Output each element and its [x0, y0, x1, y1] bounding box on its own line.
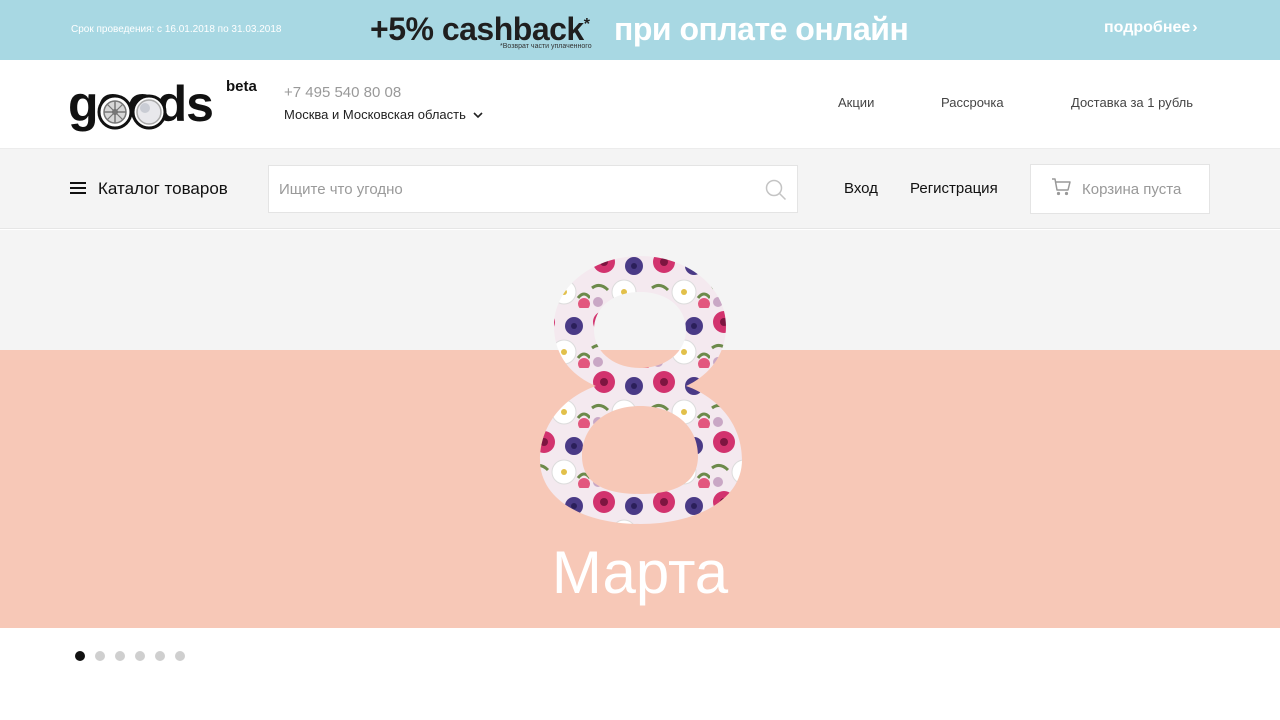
promo-more-link[interactable]: подробнее ›	[1104, 19, 1198, 37]
hero-title: Марта	[551, 539, 729, 606]
catalog-menu-button[interactable]: Каталог товаров	[70, 179, 228, 199]
slider-dot[interactable]	[95, 651, 105, 661]
floral-eight-illustration	[540, 256, 742, 524]
nav-link-installments[interactable]: Рассрочка	[941, 95, 1004, 110]
phone-number: +7 495 540 80 08	[284, 84, 402, 101]
slider-pagination	[75, 648, 195, 661]
promo-cashback-text: +5% cashback	[370, 11, 584, 47]
login-link[interactable]: Вход	[844, 180, 878, 197]
promo-footnote: *Возврат части уплаченного	[500, 43, 592, 50]
chevron-right-icon: ›	[1192, 19, 1198, 36]
hero-slider[interactable]: Марта	[0, 230, 1280, 628]
slider-dot[interactable]	[175, 651, 185, 661]
hamburger-icon	[70, 181, 86, 194]
site-header: goods beta +7 495 540 80 08 Москва и Мос…	[0, 60, 1280, 149]
logo-beta-badge: beta	[226, 78, 257, 95]
slider-dot[interactable]	[75, 651, 85, 661]
catalog-label: Каталог товаров	[98, 179, 228, 198]
promo-period: Срок проведения: с 16.01.2018 по 31.03.2…	[71, 24, 282, 35]
search-icon[interactable]	[765, 179, 787, 201]
search-input[interactable]	[269, 166, 759, 212]
slider-dot[interactable]	[135, 651, 145, 661]
cart-icon	[1052, 178, 1071, 196]
cart-button[interactable]: Корзина пуста	[1030, 164, 1210, 214]
promo-asterisk: *	[583, 16, 590, 33]
logo-wheels-icon	[97, 94, 167, 130]
region-selector[interactable]: Москва и Московская область	[284, 107, 483, 122]
search-toolbar: Каталог товаров Вход Регистрация Корзина…	[0, 149, 1280, 229]
promo-more-label: подробнее	[1104, 19, 1191, 36]
site-logo[interactable]: goods beta	[68, 74, 268, 134]
slider-dot[interactable]	[155, 651, 165, 661]
slider-dot[interactable]	[115, 651, 125, 661]
nav-link-promotions[interactable]: Акции	[838, 95, 874, 110]
cart-status-label: Корзина пуста	[1082, 181, 1182, 198]
chevron-down-icon	[472, 112, 483, 119]
promo-online-text: при оплате онлайн	[614, 11, 909, 47]
register-link[interactable]: Регистрация	[910, 180, 998, 197]
nav-link-delivery[interactable]: Доставка за 1 рубль	[1071, 95, 1193, 110]
search-box	[268, 165, 798, 213]
region-label: Москва и Московская область	[284, 107, 466, 122]
promo-banner[interactable]: Срок проведения: с 16.01.2018 по 31.03.2…	[0, 0, 1280, 60]
